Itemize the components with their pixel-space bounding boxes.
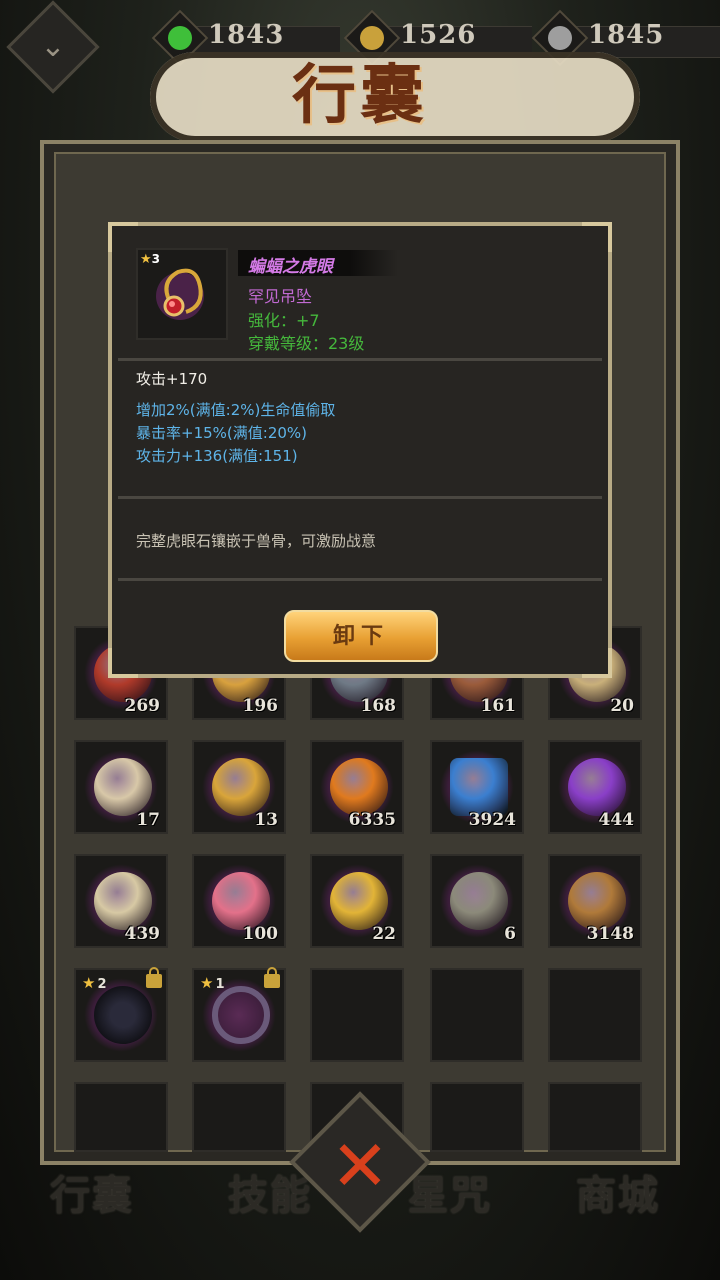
empty-slot [430, 1082, 524, 1152]
item-count: 100 [242, 924, 279, 944]
item-icon [568, 872, 626, 930]
chevron-down-icon: ⌄ [40, 29, 66, 64]
item-count: 3924 [468, 810, 516, 830]
empty-slot [310, 968, 404, 1062]
item-enhance-level: 强化：+7 [248, 311, 320, 330]
item-count: 196 [242, 696, 279, 716]
item-count: 269 [124, 696, 161, 716]
empty-slot [74, 1082, 168, 1152]
sub-stat-attack: 攻击力+136(满值:151) [136, 447, 298, 465]
corner-ornament [582, 648, 612, 678]
empty-slot [548, 1082, 642, 1152]
lock-icon [264, 967, 280, 988]
item-icon [450, 758, 508, 816]
item-count: 17 [136, 810, 160, 830]
ring-icon [212, 986, 270, 1044]
jade-value: 1843 [208, 20, 285, 50]
star-icon: ★ 1 [200, 974, 225, 992]
item-icon [330, 872, 388, 930]
item-count: 20 [610, 696, 634, 716]
item-count: 6335 [348, 810, 396, 830]
divider [118, 496, 602, 499]
item-rarity: 罕见吊坠 [248, 287, 313, 306]
inventory-slot[interactable]: 439 [74, 854, 168, 948]
divider [118, 358, 602, 361]
item-icon [212, 758, 270, 816]
sub-stat-crit: 暴击率+15%(满值:20%) [136, 424, 308, 442]
item-icon [94, 872, 152, 930]
corner-ornament [108, 648, 138, 678]
inventory-slot[interactable]: ★ 2 [74, 967, 168, 1062]
item-wear-level: 穿戴等级：23级 [248, 334, 365, 353]
empty-slot [192, 1082, 286, 1152]
item-count: 6 [504, 924, 516, 944]
item-name: 蝙蝠之虎眼 [248, 257, 333, 277]
inventory-slot[interactable]: 100 [192, 854, 286, 948]
inventory-slot[interactable]: 3924 [430, 740, 524, 834]
star-icon: ★ 2 [82, 974, 107, 992]
item-count: 161 [480, 696, 517, 716]
main-stat: 攻击+170 [136, 370, 208, 388]
close-icon[interactable]: ✕ [316, 1128, 404, 1204]
spirit-value: 1845 [588, 20, 665, 50]
tab-bag[interactable]: 行囊 [50, 1163, 134, 1223]
item-count: 444 [598, 810, 635, 830]
inventory-slot[interactable]: 13 [192, 740, 286, 834]
inventory-slot[interactable]: 6335 [310, 740, 404, 834]
page-title: 行囊 [292, 58, 428, 133]
empty-slot [430, 968, 524, 1062]
item-icon [568, 758, 626, 816]
inventory-slot[interactable]: 3148 [548, 854, 642, 948]
item-stars: 1 [215, 977, 225, 992]
item-icon-slot: ★3 [136, 248, 228, 340]
item-icon [212, 872, 270, 930]
corner-ornament [108, 222, 138, 252]
item-count: 22 [372, 924, 396, 944]
corner-ornament [582, 222, 612, 252]
inventory-slot[interactable]: 17 [74, 740, 168, 834]
item-icon [450, 872, 508, 930]
sub-stat-lifesteal: 增加2%(满值:2%)生命值偷取 [136, 401, 336, 419]
inventory-slot[interactable]: 6 [430, 854, 524, 948]
unequip-button[interactable]: 卸下 [284, 610, 438, 662]
back-button[interactable]: ⌄ [6, 0, 100, 94]
item-count: 3148 [586, 924, 634, 944]
mask-icon [94, 986, 152, 1044]
coin-value: 1526 [400, 20, 477, 50]
empty-slot [548, 968, 642, 1062]
inventory-slot[interactable]: 444 [548, 740, 642, 834]
item-icon [330, 758, 388, 816]
item-description: 完整虎眼石镶嵌于兽骨，可激励战意 [136, 532, 377, 550]
pendant-icon [156, 268, 204, 320]
item-count: 168 [360, 696, 397, 716]
inventory-slot[interactable]: ★ 1 [192, 967, 286, 1062]
inventory-grid: 269 196 168 161 20 17 13 6335 3924 444 439 100 22 6 31… [74, 626, 650, 1166]
item-count: 13 [254, 810, 278, 830]
inventory-slot[interactable]: 22 [310, 854, 404, 948]
lock-icon [146, 967, 162, 988]
item-count: 439 [124, 924, 161, 944]
tab-shop[interactable]: 商城 [576, 1163, 660, 1223]
item-icon [94, 758, 152, 816]
item-stars: 2 [97, 977, 107, 992]
divider [118, 578, 602, 581]
